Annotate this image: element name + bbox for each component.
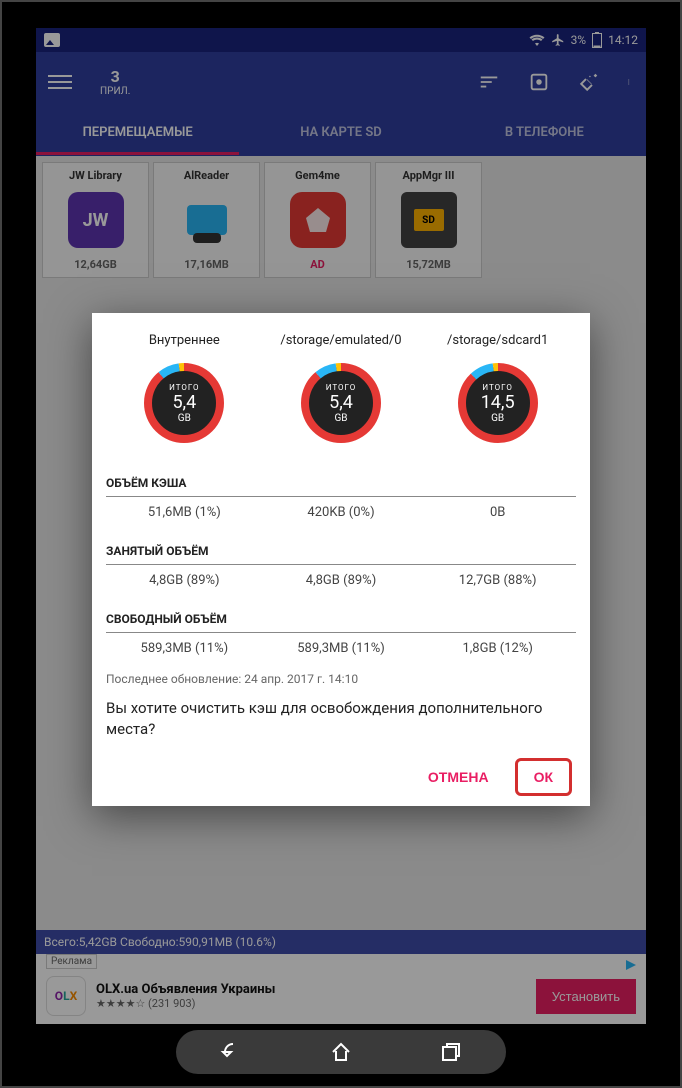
storage-gauge: ИТОГО5,4GB [143,362,225,444]
storage-path: /storage/sdcard1 [447,333,548,348]
free-title: СВОБОДНЫЙ ОБЪЁМ [106,606,576,633]
cache-title: ОБЪЁМ КЭША [106,470,576,497]
back-icon[interactable] [219,1040,243,1064]
storage-sdcard: /storage/sdcard1 ИТОГО14,5GB [420,333,575,444]
storage-gauge: ИТОГО5,4GB [300,362,382,444]
dialog-question: Вы хотите очистить кэш для освобождения … [106,698,576,740]
last-updated: Последнее обновление: 24 апр. 2017 г. 14… [106,672,576,686]
cache-row: 51,6MB (1%) 420KB (0%) 0B [106,497,576,532]
free-val: 589,3MB (11%) [106,641,263,656]
used-val: 4,8GB (89%) [106,573,263,588]
storage-dialog: Внутреннее ИТОГО5,4GB /storage/emulated/… [92,313,590,806]
free-val: 1,8GB (12%) [419,641,576,656]
free-val: 589,3MB (11%) [263,641,420,656]
storage-path: Внутреннее [149,333,220,348]
storage-internal: Внутреннее ИТОГО5,4GB [107,333,262,444]
cancel-button[interactable]: ОТМЕНА [412,759,505,795]
navigation-bar [176,1030,506,1074]
used-val: 12,7GB (88%) [419,573,576,588]
home-icon[interactable] [329,1040,353,1064]
cache-val: 0B [419,505,576,520]
used-val: 4,8GB (89%) [263,573,420,588]
storage-emulated: /storage/emulated/0 ИТОГО5,4GB [263,333,418,444]
used-title: ЗАНЯТЫЙ ОБЪЁМ [106,538,576,565]
storage-path: /storage/emulated/0 [280,333,401,348]
used-row: 4,8GB (89%) 4,8GB (89%) 12,7GB (88%) [106,565,576,600]
ok-button[interactable]: ОК [515,758,572,796]
storage-gauges: Внутреннее ИТОГО5,4GB /storage/emulated/… [106,333,576,444]
free-row: 589,3MB (11%) 589,3MB (11%) 1,8GB (12%) [106,633,576,668]
cache-val: 51,6MB (1%) [106,505,263,520]
cache-val: 420KB (0%) [263,505,420,520]
recent-apps-icon[interactable] [439,1040,463,1064]
storage-gauge: ИТОГО14,5GB [457,362,539,444]
